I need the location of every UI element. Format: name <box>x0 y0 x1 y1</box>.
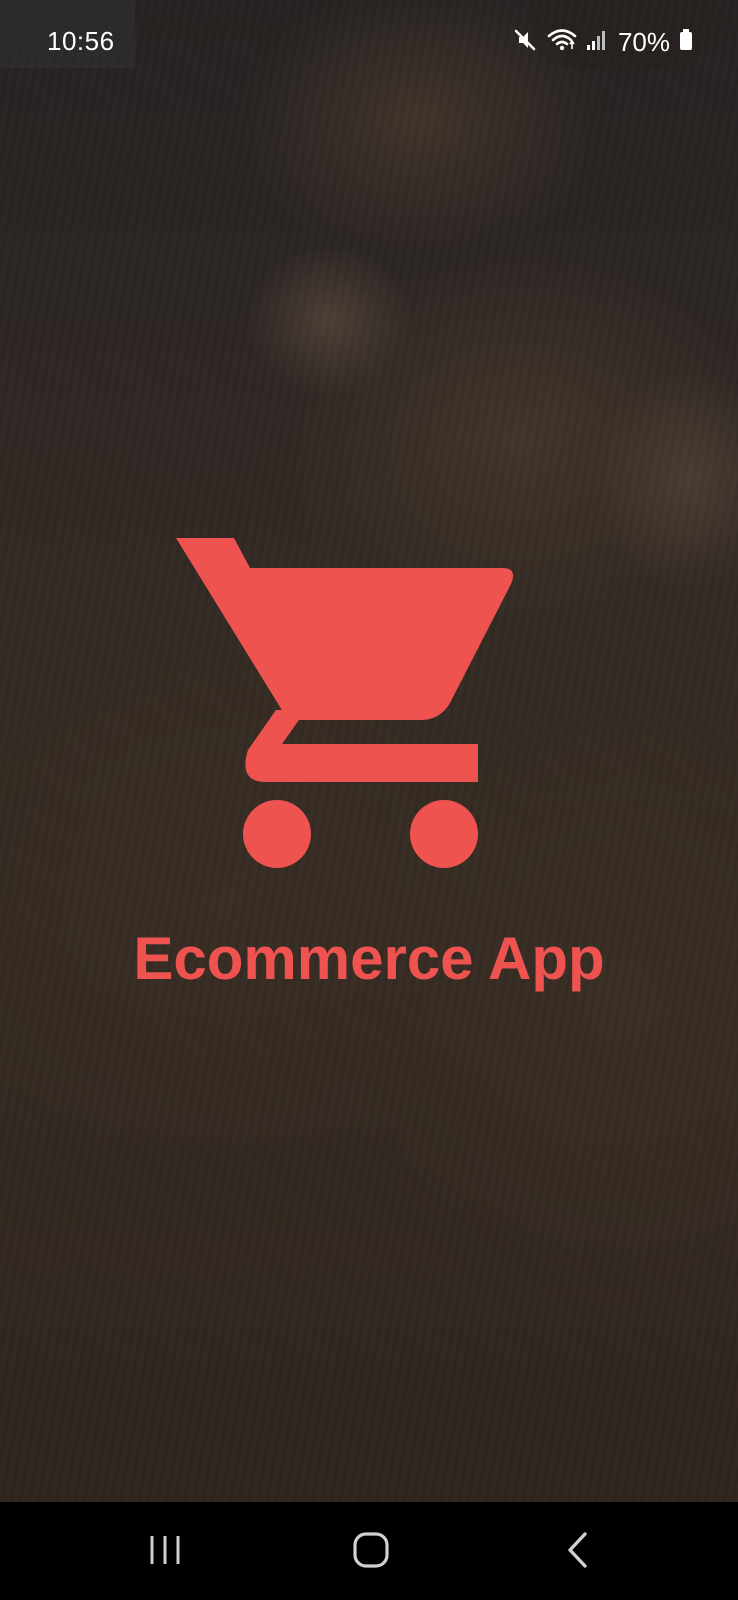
app-title: Ecommerce App <box>133 925 605 992</box>
shopping-cart-icon <box>176 538 526 888</box>
status-time: 10:56 <box>47 26 115 56</box>
battery-percentage: 70% <box>617 26 670 57</box>
status-icons: 70% <box>512 26 694 58</box>
recent-apps-button[interactable] <box>130 1522 200 1582</box>
signal-icon <box>586 27 608 58</box>
navigation-bar <box>0 1502 738 1600</box>
home-button[interactable] <box>336 1522 406 1582</box>
splash-screen: 10:56 70% Ecommerce App <box>0 0 738 1600</box>
back-icon <box>565 1531 591 1574</box>
wifi-icon <box>546 27 578 58</box>
home-icon <box>352 1531 390 1574</box>
battery-icon <box>678 27 694 58</box>
back-button[interactable] <box>543 1522 613 1582</box>
mute-icon <box>512 27 538 58</box>
recent-apps-icon <box>147 1533 183 1572</box>
status-bar: 10:56 70% <box>0 0 738 68</box>
